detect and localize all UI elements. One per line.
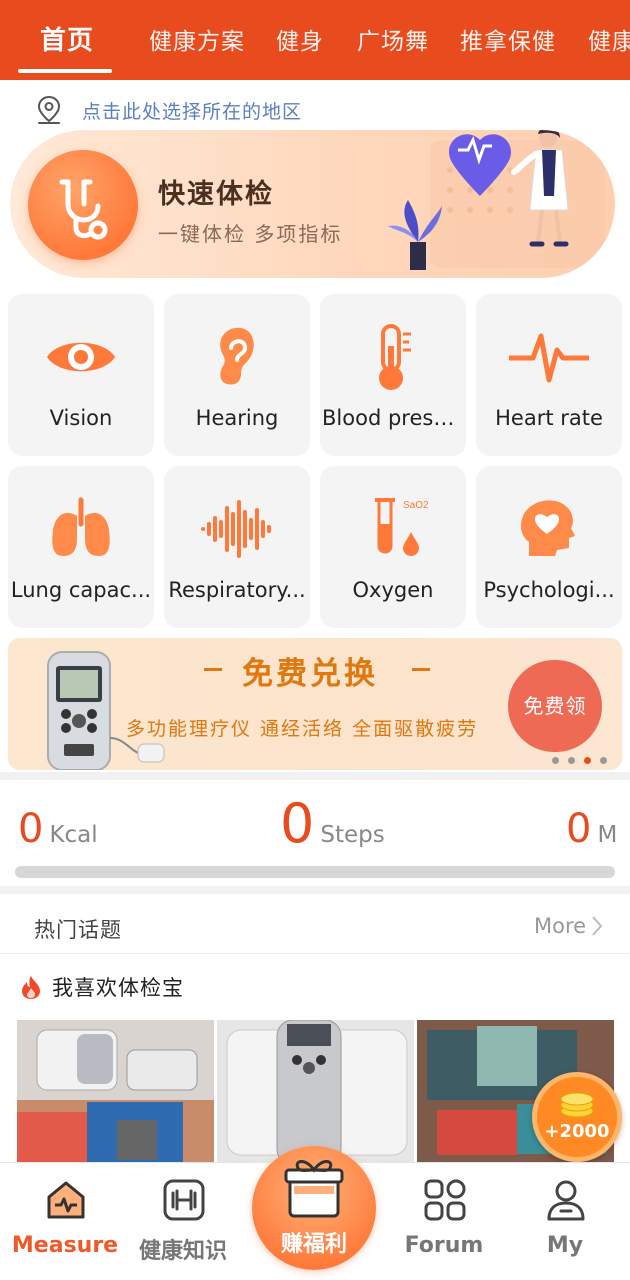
grid-item-label: Psychologi... bbox=[483, 578, 615, 602]
nav-earn-rewards-button[interactable]: 赚福利 bbox=[252, 1146, 376, 1270]
tab-active-indicator bbox=[18, 69, 112, 73]
grid-item-label: Vision bbox=[49, 406, 113, 430]
grid-item-hearing[interactable]: Hearing bbox=[164, 294, 310, 456]
kcal-unit: Kcal bbox=[49, 822, 98, 848]
promo-description: 多功能理疗仪 通经活络 全面驱散疲劳 bbox=[126, 718, 479, 740]
section-separator bbox=[0, 772, 630, 780]
carousel-dot[interactable] bbox=[568, 757, 575, 764]
carousel-dot-active[interactable] bbox=[584, 757, 591, 764]
promo-banner[interactable]: 免费兑换 多功能理疗仪 通经活络 全面驱散疲劳 免费领 bbox=[8, 638, 622, 770]
thermometer-icon bbox=[379, 324, 411, 390]
waveform-icon bbox=[201, 500, 271, 558]
divider bbox=[0, 953, 630, 954]
carousel-dot[interactable] bbox=[552, 757, 559, 764]
ear-icon bbox=[220, 327, 254, 385]
kcal-stat: 0 Kcal bbox=[18, 806, 98, 852]
promo-title-dash bbox=[204, 668, 222, 671]
grid-item-label: Respiratory... bbox=[168, 578, 306, 602]
grid-item-label: Blood press... bbox=[322, 406, 465, 430]
grid-item-lung-capacity[interactable]: Lung capac... bbox=[8, 466, 154, 628]
carousel-dot[interactable] bbox=[600, 757, 607, 764]
gift-box-icon bbox=[284, 1160, 344, 1218]
promo-claim-button[interactable]: 免费领 bbox=[508, 660, 602, 752]
grid-item-oxygen[interactable]: SaO2 Oxygen bbox=[320, 466, 466, 628]
topic-item[interactable]: 我喜欢体检宝 bbox=[20, 972, 184, 1002]
stethoscope-icon bbox=[59, 179, 108, 240]
nav-label: 赚福利 bbox=[280, 1232, 347, 1257]
nav-label: Forum bbox=[404, 1233, 484, 1258]
lungs-icon bbox=[52, 497, 110, 556]
location-pin-icon bbox=[37, 95, 61, 124]
promo-title-dash bbox=[412, 668, 430, 671]
steps-value: 0 bbox=[280, 792, 315, 855]
svg-text:SaO2: SaO2 bbox=[403, 500, 429, 511]
grid-item-vision[interactable]: Vision bbox=[8, 294, 154, 456]
grid-item-label: Oxygen bbox=[352, 578, 434, 602]
eye-icon bbox=[47, 342, 115, 372]
nav-label: 健康知识 bbox=[138, 1239, 227, 1264]
grid-item-label: Hearing bbox=[195, 406, 279, 430]
topic-photo-image bbox=[217, 1020, 414, 1165]
meters-value: 0 bbox=[566, 806, 592, 852]
grid-item-label: Heart rate bbox=[495, 406, 603, 430]
steps-unit: Steps bbox=[320, 822, 385, 848]
tab-health-plan[interactable]: 健康方案 bbox=[149, 22, 245, 56]
topic-photo-image bbox=[17, 1020, 214, 1165]
coin-stack-icon bbox=[560, 1092, 594, 1118]
grid-item-blood-pressure[interactable]: Blood press... bbox=[320, 294, 466, 456]
carousel-dots bbox=[552, 757, 607, 764]
user-icon bbox=[547, 1180, 585, 1221]
nav-measure[interactable]: Measure bbox=[5, 1163, 125, 1280]
meters-unit: M bbox=[597, 822, 618, 848]
steps-stat: 0 Steps bbox=[280, 792, 385, 855]
nav-label: Measure bbox=[11, 1233, 119, 1258]
tab-home[interactable]: 首页 bbox=[40, 20, 94, 57]
nav-forum[interactable]: Forum bbox=[384, 1163, 504, 1280]
reward-coin-button[interactable]: +2000 bbox=[532, 1072, 622, 1162]
flame-icon bbox=[22, 976, 40, 999]
location-selector[interactable]: 点击此处选择所在的地区 bbox=[36, 94, 302, 126]
nav-my[interactable]: My bbox=[505, 1163, 625, 1280]
nav-health-knowledge[interactable]: 健康知识 bbox=[123, 1163, 243, 1280]
grid-item-respiratory[interactable]: Respiratory... bbox=[164, 466, 310, 628]
test-tube-icon: SaO2 bbox=[375, 498, 429, 556]
tab-health-more[interactable]: 健康 bbox=[588, 22, 630, 56]
nav-label: My bbox=[546, 1233, 584, 1258]
tab-massage[interactable]: 推拿保健 bbox=[460, 22, 556, 56]
meters-stat: 0 M bbox=[566, 806, 617, 852]
location-text: 点击此处选择所在的地区 bbox=[82, 100, 303, 123]
tab-fitness[interactable]: 健身 bbox=[276, 22, 324, 56]
grid-item-psychological[interactable]: Psychologi... bbox=[476, 466, 622, 628]
quick-check-title: 快速体检 bbox=[158, 179, 274, 210]
quick-check-banner[interactable]: 快速体检 一键体检 多项指标 bbox=[10, 130, 615, 278]
tab-square-dance[interactable]: 广场舞 bbox=[357, 22, 429, 56]
dumbbell-icon bbox=[163, 1179, 205, 1221]
stethoscope-button[interactable] bbox=[28, 150, 138, 260]
quick-check-subtitle: 一键体检 多项指标 bbox=[158, 222, 343, 246]
chevron-right-icon bbox=[592, 916, 603, 936]
doctor-illustration bbox=[388, 130, 605, 270]
top-tab-bar: 首页 健康方案 健身 广场舞 推拿保健 健康 bbox=[0, 0, 630, 80]
kcal-value: 0 bbox=[18, 806, 44, 852]
more-label: More bbox=[534, 914, 587, 938]
heartbeat-icon bbox=[509, 333, 589, 383]
grid-item-heart-rate[interactable]: Heart rate bbox=[476, 294, 622, 456]
home-pulse-icon bbox=[47, 1181, 85, 1219]
topic-title: 我喜欢体检宝 bbox=[52, 976, 184, 1000]
head-heart-icon bbox=[521, 500, 575, 556]
therapy-device-image bbox=[47, 651, 165, 770]
grid-apps-icon bbox=[424, 1179, 466, 1221]
grid-item-label: Lung capac... bbox=[10, 578, 152, 602]
steps-progress-bar bbox=[15, 866, 615, 878]
reward-amount: +2000 bbox=[544, 1121, 610, 1142]
promo-title: 免费兑换 bbox=[242, 656, 378, 692]
topic-photo[interactable] bbox=[217, 1020, 414, 1165]
hot-topics-header: 热门话题 bbox=[34, 918, 122, 942]
topic-photo[interactable] bbox=[17, 1020, 214, 1165]
more-topics-link[interactable]: More bbox=[534, 914, 604, 938]
section-separator bbox=[0, 886, 630, 894]
